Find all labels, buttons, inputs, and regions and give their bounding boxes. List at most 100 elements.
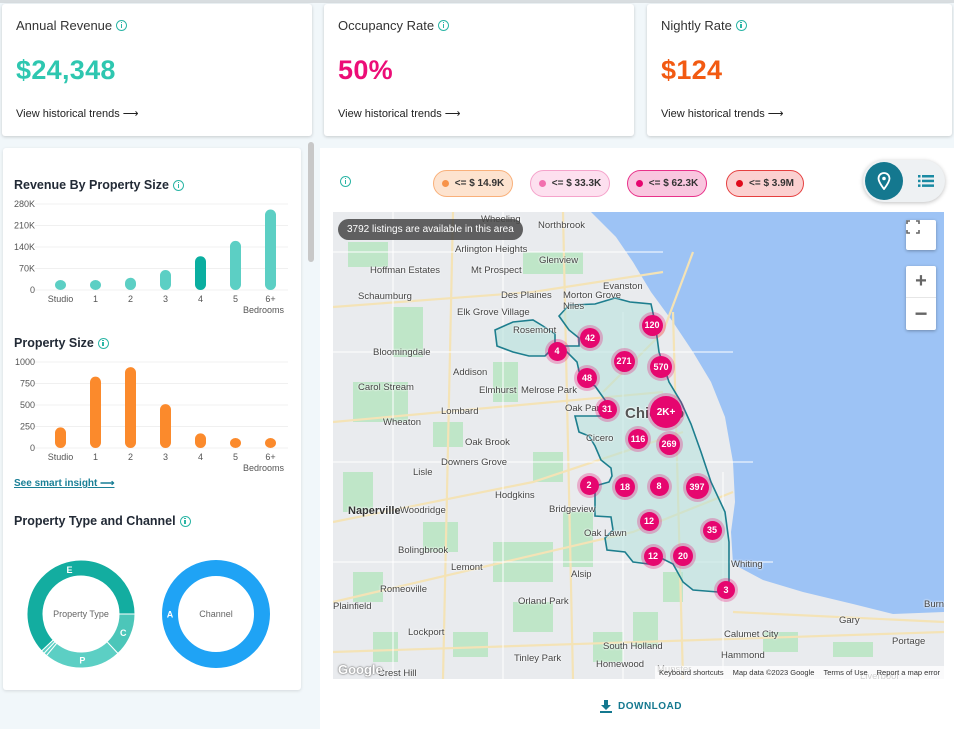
listing-cluster[interactable]: 570 (650, 356, 672, 378)
listing-cluster[interactable]: 2K+ (650, 396, 682, 428)
revenue-chart-title: Revenue By Property Size (14, 178, 184, 192)
place-label: Homewood (596, 659, 645, 670)
info-icon[interactable] (735, 20, 747, 31)
bar-4[interactable] (195, 256, 206, 290)
place-label: Schaumburg (358, 291, 412, 302)
place-label: Hoffman Estates (370, 265, 441, 276)
place-label: Bloomingdale (373, 347, 431, 358)
bar-3[interactable] (160, 270, 171, 290)
listing-cluster[interactable]: 12 (643, 546, 663, 566)
donut-center-label: Property Type (53, 609, 109, 619)
kpi-occupancy-rate: Occupancy Rate 50% View historical trend… (324, 4, 634, 136)
zoom-in-button[interactable]: + (906, 266, 936, 298)
x-tick-label: 5 (233, 452, 238, 462)
bar-1[interactable] (90, 376, 101, 448)
place-label: Northbrook (538, 220, 585, 231)
place-label: Elk Grove Village (457, 307, 530, 318)
place-label: Rosemont (513, 325, 557, 336)
legend-filter-tier-2[interactable]: <= $ 33.3K (530, 170, 610, 197)
zoom-out-button[interactable]: − (906, 298, 936, 330)
listings-map[interactable]: WheelingNorthbrookArlington HeightsGlenv… (333, 212, 944, 679)
view-historical-trends-link[interactable]: View historical trends ⟶ (661, 107, 784, 120)
list-view-button[interactable] (909, 162, 943, 200)
listing-cluster[interactable]: 120 (641, 314, 663, 336)
place-label: Wheaton (383, 417, 422, 428)
fullscreen-button[interactable] (906, 220, 936, 250)
report-error-link[interactable]: Report a map error (877, 668, 940, 677)
info-icon[interactable] (438, 20, 450, 31)
bar-6+[interactable] (265, 209, 276, 290)
listing-cluster[interactable]: 31 (597, 399, 617, 419)
kpi-value: $24,348 (16, 55, 116, 85)
listings-count-banner: 3792 listings are available in this area (338, 219, 523, 240)
place-label: Lombard (441, 406, 479, 417)
listing-cluster[interactable]: 20 (673, 546, 693, 566)
listing-cluster[interactable]: 397 (685, 475, 709, 499)
legend-filter-tier-3[interactable]: <= $ 62.3K (627, 170, 707, 197)
info-icon[interactable] (179, 515, 191, 527)
bar-2[interactable] (125, 277, 136, 290)
listing-cluster[interactable]: 2 (579, 475, 599, 495)
listing-cluster[interactable]: 12 (639, 511, 659, 531)
kpi-label: Nightly Rate (661, 18, 732, 33)
bar-Studio[interactable] (55, 427, 66, 448)
listing-cluster[interactable]: 42 (580, 328, 600, 348)
bar-5[interactable] (230, 438, 241, 448)
view-historical-trends-link[interactable]: View historical trends ⟶ (338, 107, 461, 120)
map-view-button[interactable] (865, 162, 903, 200)
info-icon[interactable] (97, 337, 109, 349)
map-data-text: Map data ©2023 Google (732, 668, 815, 677)
bar-6+[interactable] (265, 438, 276, 448)
bar-2[interactable] (125, 367, 136, 448)
place-label: Lemont (451, 562, 483, 573)
place-label: Hodgkins (495, 490, 535, 501)
bar-5[interactable] (230, 240, 241, 290)
bar-4[interactable] (195, 433, 206, 448)
listing-cluster[interactable]: 271 (613, 350, 635, 372)
x-tick-label: 4 (198, 294, 203, 304)
listing-cluster[interactable]: 8 (649, 476, 669, 496)
place-label: Lockport (408, 627, 445, 638)
kpi-value: $124 (661, 55, 723, 85)
map-info-icon[interactable] (340, 176, 351, 187)
bar-Studio[interactable] (55, 280, 66, 290)
x-tick-label: 5 (233, 294, 238, 304)
place-label: Glenview (539, 255, 579, 266)
listing-cluster[interactable]: 116 (628, 429, 648, 449)
terms-link[interactable]: Terms of Use (823, 668, 867, 677)
legend-filter-tier-4[interactable]: <= $ 3.9M (726, 170, 804, 197)
place-label: Woodridge (400, 505, 446, 516)
keyboard-shortcuts-link[interactable]: Keyboard shortcuts (659, 668, 724, 677)
download-icon (600, 700, 612, 713)
bar-1[interactable] (90, 280, 101, 290)
listing-cluster[interactable]: 48 (577, 368, 597, 388)
x-axis-label: Bedrooms (243, 305, 285, 315)
slice-label: A (167, 610, 174, 620)
left-panel-scrollbar[interactable] (308, 142, 314, 262)
listing-cluster[interactable]: 18 (615, 477, 635, 497)
listing-cluster[interactable]: 269 (658, 433, 680, 455)
google-logo[interactable]: Google (338, 662, 383, 677)
place-label: Cicero (586, 433, 614, 444)
place-label: Mt Prospect (471, 265, 522, 276)
listing-cluster[interactable]: 3 (717, 581, 735, 599)
listing-cluster[interactable]: 35 (702, 520, 722, 540)
place-label: Portage (892, 636, 926, 647)
see-smart-insight-link[interactable]: See smart insight ⟶ (14, 478, 114, 489)
x-tick-label: 2 (128, 294, 133, 304)
map-attribution: Keyboard shortcuts Map data ©2023 Google… (654, 666, 944, 679)
download-button[interactable]: DOWNLOAD (600, 700, 682, 713)
kpi-label: Annual Revenue (16, 18, 113, 33)
listing-cluster[interactable]: 4 (547, 341, 567, 361)
bar-3[interactable] (160, 404, 171, 448)
legend-filter-tier-1[interactable]: <= $ 14.9K (433, 170, 513, 197)
place-label: Evanston (603, 281, 643, 292)
list-icon (918, 175, 934, 187)
fullscreen-icon (906, 220, 920, 234)
info-icon[interactable] (116, 20, 128, 31)
y-tick-label: 750 (20, 379, 35, 389)
view-historical-trends-link[interactable]: View historical trends ⟶ (16, 107, 139, 120)
legend-dot (635, 180, 643, 187)
donut-center-label: Channel (199, 609, 233, 619)
info-icon[interactable] (172, 179, 184, 191)
